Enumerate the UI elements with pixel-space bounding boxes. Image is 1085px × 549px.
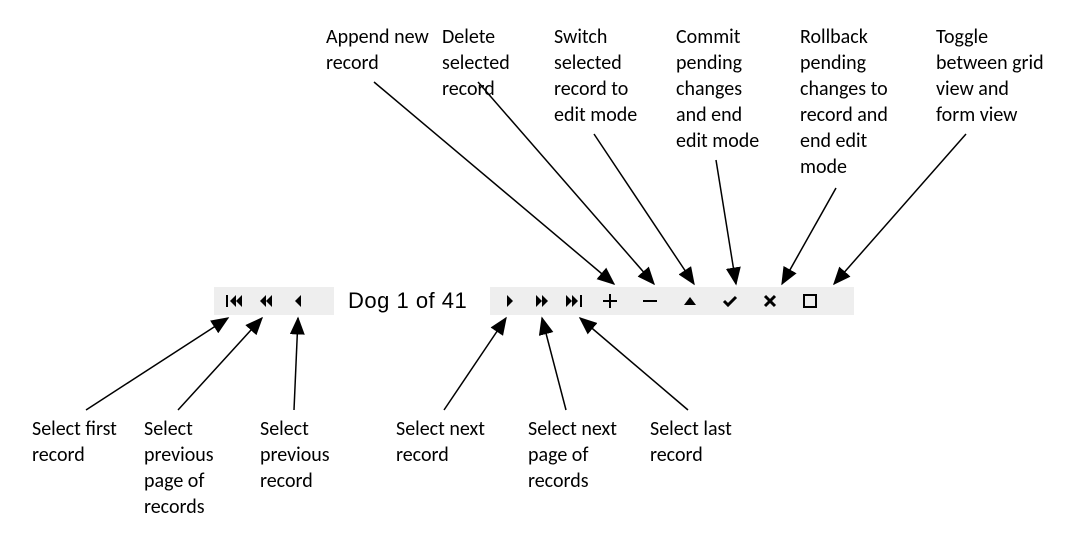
next-record-icon bbox=[505, 294, 515, 308]
label-append: Append new record bbox=[326, 24, 431, 76]
first-record-button[interactable] bbox=[218, 287, 250, 315]
navigator-status: Dog 1 of 41 bbox=[348, 287, 467, 315]
rollback-button[interactable] bbox=[750, 287, 790, 315]
next-record-button[interactable] bbox=[494, 287, 526, 315]
label-first: Select first record bbox=[32, 416, 132, 468]
last-record-button[interactable] bbox=[558, 287, 590, 315]
first-record-icon bbox=[226, 294, 242, 308]
label-delete: Delete selected record bbox=[442, 24, 532, 102]
check-icon bbox=[722, 294, 738, 308]
label-edit: Switch selected record to edit mode bbox=[554, 24, 654, 128]
label-prev: Select previous record bbox=[260, 416, 350, 494]
prev-page-icon bbox=[259, 294, 273, 308]
prev-record-button[interactable] bbox=[282, 287, 314, 315]
label-last: Select last record bbox=[650, 416, 750, 468]
plus-icon bbox=[603, 294, 617, 308]
navigator-left-group bbox=[218, 287, 314, 315]
square-icon bbox=[803, 294, 817, 308]
label-prev-page: Select previous page of records bbox=[144, 416, 234, 520]
last-record-icon bbox=[566, 294, 582, 308]
diagram-canvas: Append new record Delete selected record… bbox=[0, 0, 1085, 549]
delete-record-button[interactable] bbox=[630, 287, 670, 315]
label-next-page: Select next page of records bbox=[528, 416, 638, 494]
edit-icon bbox=[683, 295, 697, 307]
edit-record-button[interactable] bbox=[670, 287, 710, 315]
label-rollback: Rollback pending changes to record and e… bbox=[800, 24, 910, 180]
navigator-right-group bbox=[494, 287, 830, 315]
commit-button[interactable] bbox=[710, 287, 750, 315]
label-next: Select next record bbox=[396, 416, 506, 468]
next-page-button[interactable] bbox=[526, 287, 558, 315]
toggle-view-button[interactable] bbox=[790, 287, 830, 315]
x-icon bbox=[763, 294, 777, 308]
label-toggle: Toggle between grid view and form view bbox=[936, 24, 1046, 128]
append-record-button[interactable] bbox=[590, 287, 630, 315]
minus-icon bbox=[643, 294, 657, 308]
prev-page-button[interactable] bbox=[250, 287, 282, 315]
next-page-icon bbox=[535, 294, 549, 308]
label-commit: Commit pending changes and end edit mode bbox=[676, 24, 776, 154]
prev-record-icon bbox=[293, 294, 303, 308]
